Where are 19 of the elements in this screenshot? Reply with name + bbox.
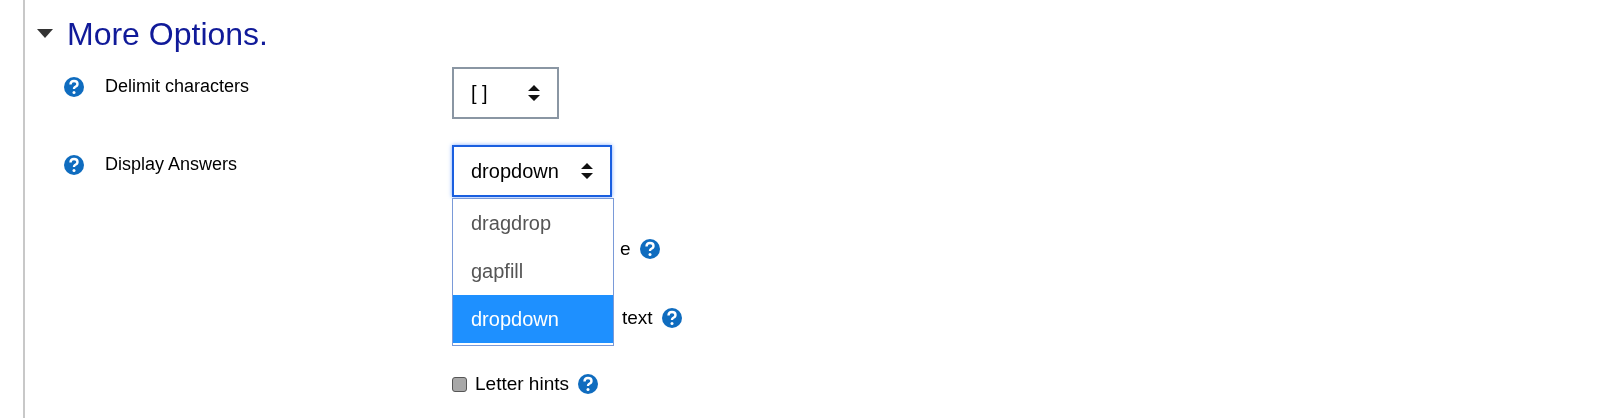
dropdown-option[interactable]: gapfill [453,247,613,295]
checkbox-label: text [622,305,653,330]
help-icon[interactable] [63,153,85,176]
dropdown-option[interactable]: dragdrop [453,199,613,247]
field-label: Delimit characters [105,75,250,98]
section-title[interactable]: More Options. [67,14,268,54]
sort-arrows-icon [527,85,540,101]
help-icon[interactable] [63,75,85,98]
help-icon[interactable] [660,306,683,329]
checkbox-label: Letter hints [475,372,569,396]
select-field[interactable]: [ ] [452,67,559,119]
field-label: Display Answers [105,153,238,176]
help-icon[interactable] [577,373,599,396]
sort-arrows-icon [580,163,593,179]
collapse-caret-icon[interactable] [37,29,53,39]
checkbox[interactable] [452,376,467,392]
help-icon[interactable] [638,238,661,261]
select-field[interactable]: dropdown [452,145,612,197]
checkbox-label: e [620,237,631,261]
